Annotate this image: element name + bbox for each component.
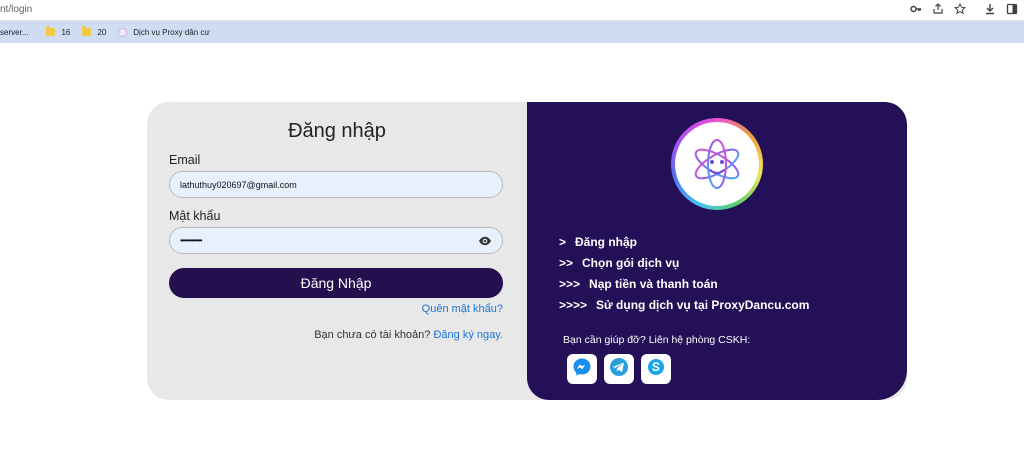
social-buttons xyxy=(567,354,671,384)
eye-icon[interactable] xyxy=(478,234,492,248)
bookmarks-bar: server... 16 20 Dịch vụ Proxy dân cư xyxy=(0,21,1024,43)
email-value: lathuthuy020697@gmail.com xyxy=(180,179,297,190)
step-item: >> Chọn gói dịch vụ xyxy=(559,252,809,273)
step-text: Nạp tiền và thanh toán xyxy=(589,276,718,291)
step-text: Chọn gói dịch vụ xyxy=(582,255,680,270)
steps-list: > Đăng nhập >> Chọn gói dịch vụ >>> Nạp … xyxy=(559,231,809,315)
star-icon[interactable] xyxy=(953,2,967,19)
telegram-icon xyxy=(609,357,629,382)
signup-link[interactable]: Đăng ký ngay. xyxy=(433,329,503,341)
atom-logo-icon xyxy=(671,118,763,210)
telegram-button[interactable] xyxy=(604,354,634,384)
globe-icon xyxy=(118,27,128,37)
sidepanel-icon[interactable] xyxy=(1006,3,1018,19)
signup-row: Bạn chưa có tài khoản? Đăng ký ngay. xyxy=(314,329,503,341)
help-text: Bạn cần giúp đỡ? Liên hệ phòng CSKH: xyxy=(563,334,751,346)
bookmark-item[interactable]: Dịch vụ Proxy dân cư xyxy=(118,27,210,37)
info-panel: > Đăng nhập >> Chọn gói dịch vụ >>> Nạp … xyxy=(527,102,907,400)
login-card: Đăng nhập Email lathuthuy020697@gmail.co… xyxy=(147,102,907,400)
bookmark-label: Dịch vụ Proxy dân cư xyxy=(133,27,210,37)
step-arrows: > xyxy=(559,234,567,249)
skype-button[interactable] xyxy=(641,354,671,384)
login-form-panel: Đăng nhập Email lathuthuy020697@gmail.co… xyxy=(147,102,527,400)
forgot-password-link[interactable]: Quên mật khẩu? xyxy=(422,303,503,315)
bookmark-label: server... xyxy=(0,27,29,37)
browser-actions xyxy=(910,2,1018,19)
password-field[interactable]: •••••••••••• xyxy=(169,227,503,254)
bookmark-folder[interactable]: 16 xyxy=(46,26,71,37)
step-text: Sử dụng dịch vụ tại ProxyDancu.com xyxy=(596,297,810,312)
skype-icon xyxy=(646,357,666,382)
messenger-button[interactable] xyxy=(567,354,597,384)
bookmark-folder[interactable]: 20 xyxy=(82,26,107,37)
step-item: > Đăng nhập xyxy=(559,231,809,252)
url-text[interactable]: nt/login xyxy=(0,4,32,15)
bookmark-label: 20 xyxy=(97,27,107,37)
address-bar[interactable]: nt/login xyxy=(0,0,1024,21)
folder-icon xyxy=(82,26,92,36)
password-value: •••••••••••• xyxy=(180,236,203,245)
step-text: Đăng nhập xyxy=(575,234,638,249)
messenger-icon xyxy=(572,357,592,382)
folder-icon xyxy=(46,26,56,36)
password-label: Mật khẩu xyxy=(169,209,221,223)
step-arrows: >>>> xyxy=(559,297,588,312)
login-title: Đăng nhập xyxy=(288,120,386,142)
step-item: >>>> Sử dụng dịch vụ tại ProxyDancu.com xyxy=(559,294,809,315)
email-field[interactable]: lathuthuy020697@gmail.com xyxy=(169,171,503,198)
step-item: >>> Nạp tiền và thanh toán xyxy=(559,273,809,294)
key-icon[interactable] xyxy=(910,3,922,19)
bookmark-item[interactable]: server... xyxy=(0,28,28,37)
signup-prompt: Bạn chưa có tài khoản? xyxy=(314,329,431,341)
step-arrows: >> xyxy=(559,255,574,270)
step-arrows: >>> xyxy=(559,276,581,291)
login-button[interactable]: Đăng Nhập xyxy=(169,268,503,298)
bookmark-label: 16 xyxy=(61,27,71,37)
download-icon[interactable] xyxy=(984,3,996,19)
share-icon[interactable] xyxy=(932,3,944,19)
email-label: Email xyxy=(169,153,201,167)
